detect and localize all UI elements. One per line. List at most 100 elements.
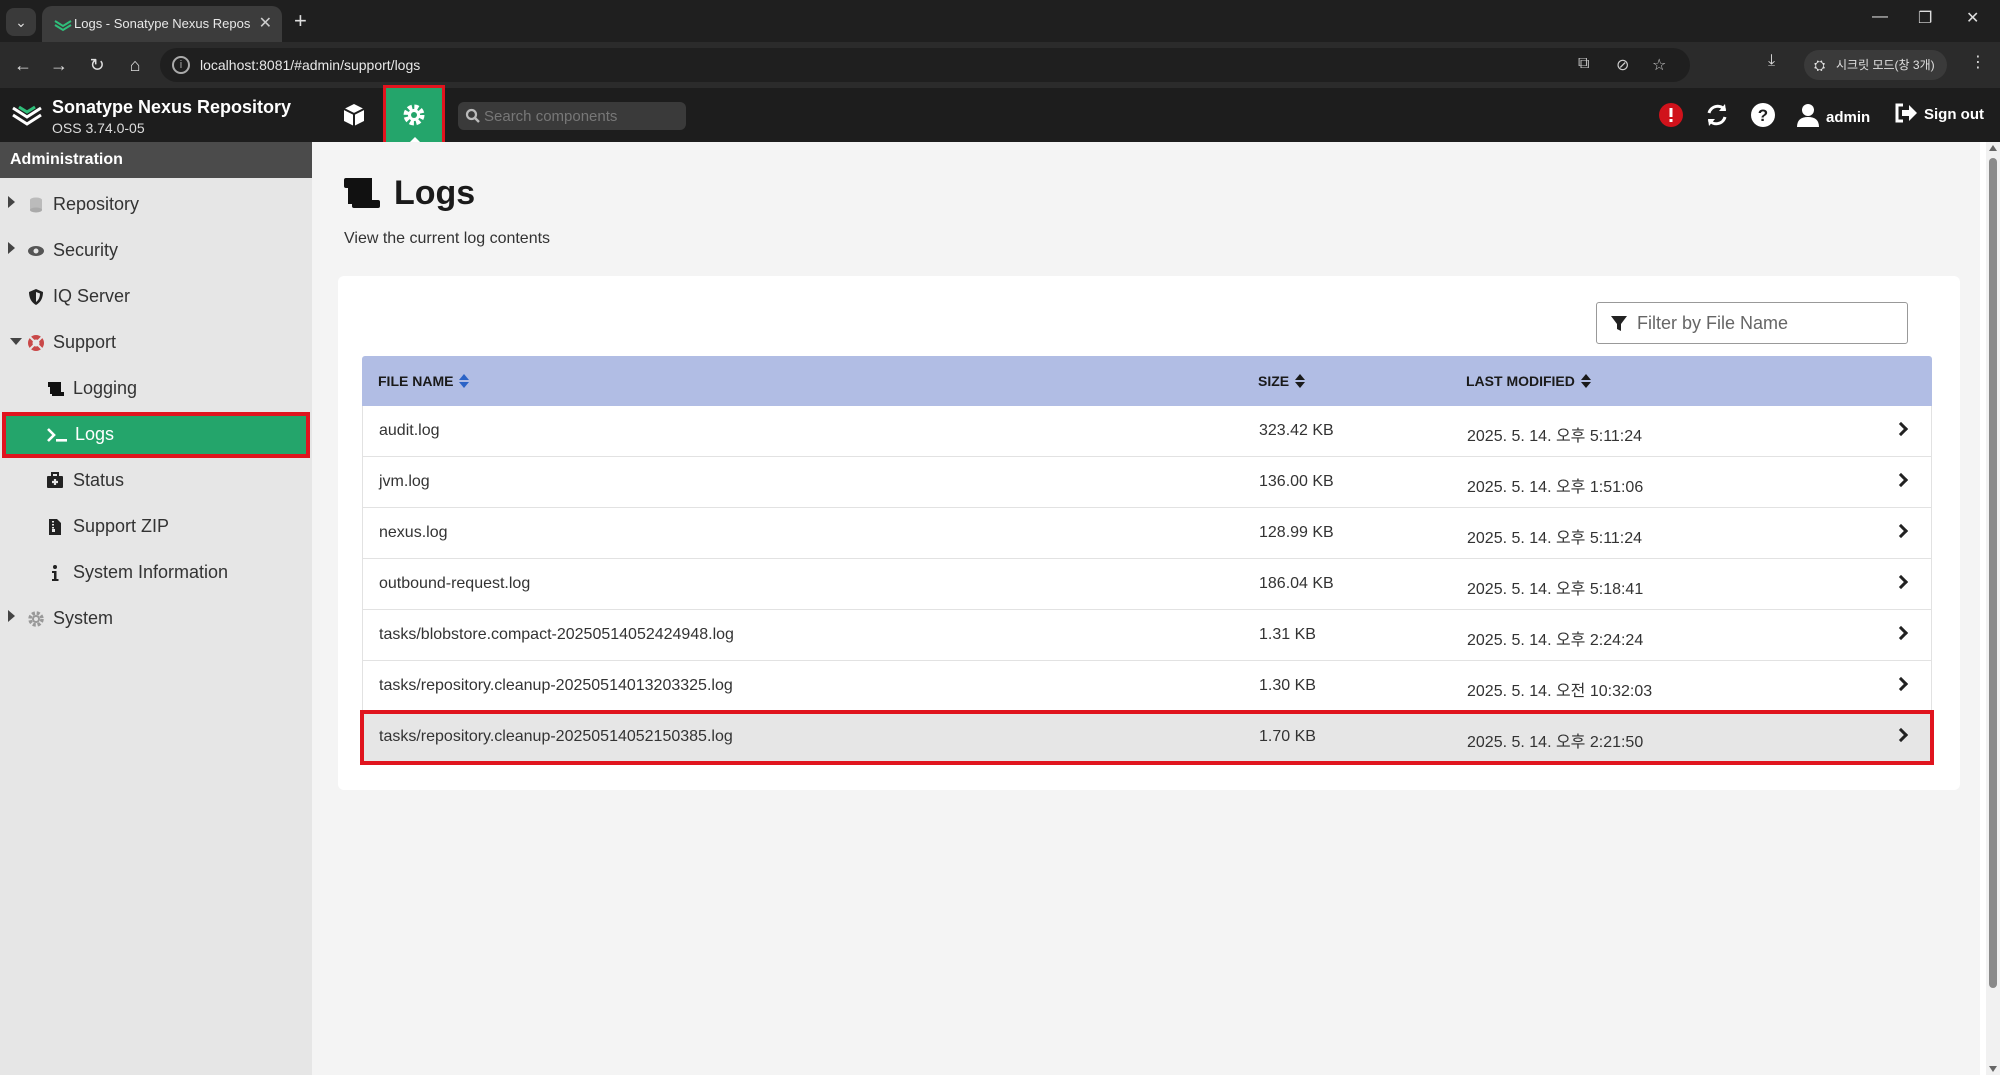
file-name-cell: tasks/repository.cleanup-202505140132033… (379, 677, 733, 694)
chevron-right-icon[interactable] (1893, 523, 1909, 539)
modified-cell: 2025. 5. 14. 오후 5:11:24 (1467, 530, 1643, 547)
search-input[interactable] (484, 105, 680, 127)
sort-icon[interactable] (1295, 374, 1306, 388)
scroll-up-icon[interactable] (1989, 145, 1997, 151)
page-scrollbar[interactable] (1986, 142, 2000, 1075)
eye-off-icon[interactable]: ⊘ (1616, 55, 1629, 75)
sort-icon[interactable] (459, 374, 470, 388)
sidebar-item-system[interactable]: System (0, 596, 312, 642)
app-title: Sonatype Nexus Repository (52, 97, 292, 117)
table-row[interactable]: nexus.log 128.99 KB 2025. 5. 14. 오후 5:11… (362, 508, 1932, 559)
page-subtitle: View the current log contents (344, 230, 551, 247)
sidebar-item-iq-server[interactable]: IQ Server (0, 274, 312, 320)
filter-input[interactable] (1637, 311, 1897, 335)
table-row-selected[interactable]: tasks/repository.cleanup-202505140521503… (360, 710, 1934, 765)
refresh-icon[interactable] (1704, 102, 1730, 128)
restore-icon[interactable]: ❐ (1918, 8, 1932, 28)
chevron-right-icon[interactable] (1893, 727, 1909, 743)
alert-icon[interactable] (1658, 102, 1684, 128)
chevron-right-icon[interactable] (1893, 472, 1909, 488)
collapse-arrow-icon[interactable] (10, 338, 22, 345)
sidebar-item-security[interactable]: Security (0, 228, 312, 274)
browser-tab-bar: ⌄ Logs - Sonatype Nexus Repos ✕ + — ❐ ✕ (0, 0, 2000, 42)
chevron-right-icon[interactable] (1893, 421, 1909, 437)
table-row[interactable]: tasks/blobstore.compact-2025051405242494… (362, 610, 1932, 661)
browse-mode-button[interactable] (330, 90, 378, 140)
sidebar-item-system-information[interactable]: System Information (0, 550, 312, 596)
chevron-right-icon[interactable] (1893, 676, 1909, 692)
sidebar-item-status[interactable]: Status (0, 458, 312, 504)
incognito-icon: ⛭ (1814, 57, 1826, 73)
sort-icon[interactable] (1580, 374, 1591, 388)
scroll-icon (344, 178, 380, 208)
close-window-icon[interactable]: ✕ (1966, 8, 1979, 28)
browser-tab[interactable]: Logs - Sonatype Nexus Repos ✕ (42, 6, 282, 42)
size-cell: 1.70 KB (1259, 728, 1316, 745)
info-icon (52, 565, 59, 581)
bookmark-star-icon[interactable]: ☆ (1652, 55, 1666, 75)
minimize-icon[interactable]: — (1872, 8, 1888, 26)
help-icon[interactable]: ? (1750, 102, 1776, 128)
scroll-thumb[interactable] (1989, 158, 1997, 988)
filter-by-file-name[interactable] (1596, 302, 1908, 344)
scroll-down-icon[interactable] (1989, 1066, 1997, 1072)
sidebar-item-repository[interactable]: Repository (0, 182, 312, 228)
address-bar[interactable]: i localhost:8081/#admin/support/logs ☆ ⊘… (160, 48, 1690, 82)
size-cell: 128.99 KB (1259, 524, 1334, 541)
size-cell: 1.31 KB (1259, 626, 1316, 643)
sidebar-item-label: Logs (75, 424, 115, 444)
chevron-right-icon[interactable] (1893, 574, 1909, 590)
sidebar-item-label: System (53, 608, 114, 628)
svg-text:?: ? (1758, 106, 1768, 125)
filter-icon (1611, 316, 1627, 331)
database-icon (30, 197, 42, 213)
admin-mode-button[interactable] (383, 85, 445, 145)
modified-cell: 2025. 5. 14. 오후 2:24:24 (1467, 632, 1644, 649)
chevron-right-icon[interactable] (1893, 625, 1909, 641)
table-row[interactable]: outbound-request.log 186.04 KB 2025. 5. … (362, 559, 1932, 610)
column-header-file-name[interactable]: FILE NAME (378, 373, 470, 389)
home-icon[interactable]: ⌂ (122, 52, 148, 78)
size-cell: 1.30 KB (1259, 677, 1316, 694)
sidebar-item-support[interactable]: Support (0, 320, 312, 366)
sidebar-item-label: System Information (73, 562, 229, 582)
site-info-icon[interactable]: i (172, 56, 190, 74)
incognito-label: 시크릿 모드(창 3개) (1836, 58, 1935, 72)
expand-arrow-icon[interactable] (8, 242, 15, 254)
table-row[interactable]: jvm.log 136.00 KB 2025. 5. 14. 오후 1:51:0… (362, 457, 1932, 508)
back-icon[interactable]: ← (10, 52, 36, 78)
sign-out-button[interactable]: Sign out (1894, 102, 1984, 124)
gear-icon (28, 611, 44, 627)
file-name-cell: outbound-request.log (379, 575, 531, 592)
expand-arrow-icon[interactable] (8, 610, 15, 622)
table-row[interactable]: audit.log 323.42 KB 2025. 5. 14. 오후 5:11… (362, 406, 1932, 457)
expand-arrow-icon[interactable] (8, 196, 15, 208)
new-tab-button[interactable]: + (294, 8, 307, 34)
forward-icon[interactable]: → (46, 52, 72, 78)
search-components[interactable] (458, 102, 686, 130)
sidebar-item-label: Status (73, 470, 125, 490)
sidebar-item-support-zip[interactable]: Support ZIP (0, 504, 312, 550)
download-icon[interactable]: ⤓ (1768, 52, 1775, 70)
column-header-size[interactable]: SIZE (1258, 373, 1306, 389)
url-text[interactable]: localhost:8081/#admin/support/logs (200, 57, 420, 73)
table-row[interactable]: tasks/repository.cleanup-202505140132033… (362, 661, 1932, 712)
tab-close-icon[interactable]: ✕ (259, 13, 272, 33)
file-name-cell: tasks/blobstore.compact-2025051405242494… (379, 626, 734, 643)
browser-menu-icon[interactable]: ⋮ (1970, 52, 1986, 72)
sidebar-item-logs[interactable]: Logs (2, 412, 310, 458)
tab-title: Logs - Sonatype Nexus Repos (74, 16, 251, 31)
reload-icon[interactable]: ↻ (84, 52, 110, 78)
sidebar-item-logging[interactable]: Logging (0, 366, 312, 412)
shield-icon (29, 289, 43, 305)
modified-cell: 2025. 5. 14. 오후 1:51:06 (1467, 479, 1644, 496)
translate-icon[interactable]: ⧉ (1578, 55, 1589, 73)
sign-out-icon (1895, 103, 1917, 123)
sidebar-item-label: Logging (73, 378, 138, 398)
incognito-badge[interactable]: ⛭ 시크릿 모드(창 3개) (1804, 50, 1947, 80)
admin-sidebar: Administration Repository Security IQ Se… (0, 142, 312, 1075)
column-header-last-modified[interactable]: LAST MODIFIED (1466, 373, 1591, 389)
tab-search-button[interactable]: ⌄ (6, 8, 36, 36)
user-menu[interactable]: admin (1796, 102, 1870, 128)
file-name-cell: audit.log (379, 422, 440, 439)
